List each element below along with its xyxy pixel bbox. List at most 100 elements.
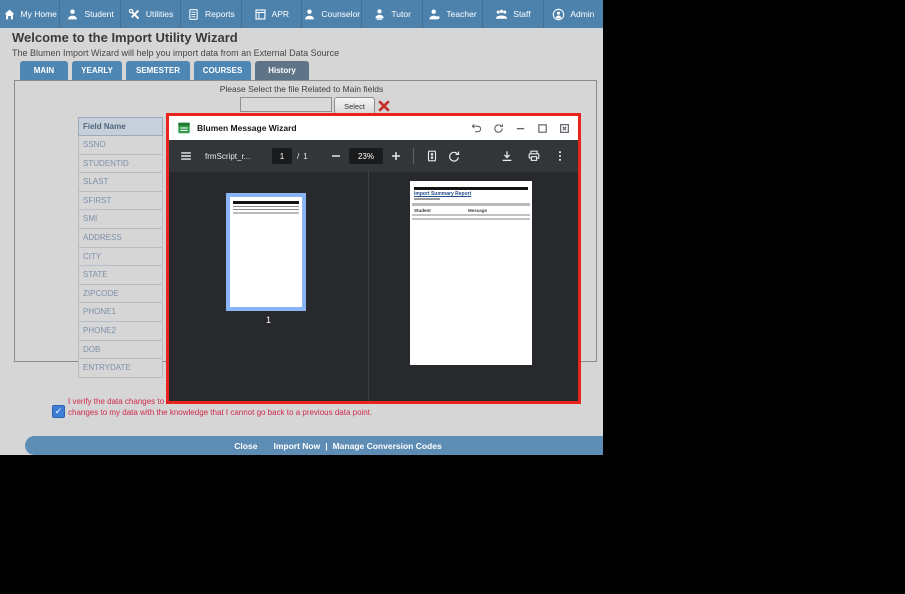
tab-history[interactable]: History [255, 61, 309, 80]
thumb-content-line [233, 206, 299, 207]
tutor-icon [375, 8, 384, 20]
page-number-input[interactable]: 1 [272, 148, 292, 164]
nav-label: Counselor [321, 9, 361, 19]
nav-label: Reports [205, 9, 235, 19]
dialog-title-bar[interactable]: Blumen Message Wizard [169, 116, 578, 140]
table-row[interactable]: STUDENTID [78, 154, 163, 174]
nav-item-apr[interactable]: APR [242, 0, 303, 28]
page-separator: / [297, 151, 300, 161]
home-icon [4, 9, 14, 19]
field-name-table: Field Name SSNO STUDENTID SLAST SFIRST S… [78, 117, 163, 378]
nav-item-reports[interactable]: Reports [181, 0, 242, 28]
table-row[interactable]: CITY [78, 247, 163, 267]
tab-semester[interactable]: SEMESTER [126, 61, 190, 80]
zoom-out-icon[interactable] [329, 149, 343, 163]
table-row[interactable]: DOB [78, 340, 163, 360]
verify-checkbox[interactable]: ✓ [52, 405, 65, 418]
import-now-button[interactable]: Import Now [273, 441, 320, 451]
menu-icon[interactable] [179, 149, 193, 163]
page-title: Welcome to the Import Utility Wizard [12, 30, 238, 45]
page-count: / 1 [297, 140, 308, 172]
thumbnail-pane: 1 [169, 172, 369, 401]
report-column-left: Student [414, 208, 431, 213]
file-path-input[interactable] [240, 97, 332, 112]
verify-text-line2: changes to my data with the knowledge th… [68, 408, 373, 417]
tab-main[interactable]: MAIN [20, 61, 68, 80]
verify-text-line1: I verify the data changes to [68, 397, 165, 406]
staff-icon [496, 9, 508, 19]
thumb-content-bar [233, 201, 299, 204]
print-icon[interactable] [527, 149, 541, 163]
table-row[interactable]: ADDRESS [78, 228, 163, 248]
zoom-in-wrap [389, 140, 403, 172]
pdf-toolbar: frmScript_r... 1 / 1 23% [169, 140, 578, 172]
nav-item-utilities[interactable]: Utilities [121, 0, 182, 28]
manage-conversion-codes-button[interactable]: Manage Conversion Codes [333, 441, 442, 451]
nav-label: Utilities [145, 9, 174, 19]
table-row[interactable]: ENTRYDATE [78, 359, 163, 378]
pdf-filename: frmScript_r... [205, 151, 251, 161]
apr-icon [255, 8, 266, 20]
clear-file-icon[interactable] [377, 99, 391, 113]
nav-item-my-home[interactable]: My Home [0, 0, 61, 28]
table-row[interactable]: SMI [78, 210, 163, 229]
report-header-bar [414, 187, 528, 190]
footer-action-bar: Close Import Now | Manage Conversion Cod… [25, 436, 603, 455]
teacher-icon [429, 9, 440, 19]
table-row[interactable]: PHONE2 [78, 321, 163, 341]
zoom-out-wrap [329, 140, 343, 172]
table-row[interactable]: STATE [78, 266, 163, 285]
table-row[interactable]: SSNO [78, 136, 163, 155]
nav-item-teacher[interactable]: Teacher [423, 0, 484, 28]
screen-background: My Home Student Utilities Reports APR Co… [0, 0, 905, 594]
field-table-header: Field Name [78, 117, 163, 136]
table-row[interactable]: PHONE1 [78, 303, 163, 322]
wizard-tabs: MAIN YEARLY SEMESTER COURSES History [20, 61, 309, 80]
thumbnail-page-number: 1 [265, 315, 271, 325]
form-icon [178, 122, 190, 134]
table-row[interactable]: ZIPCODE [78, 284, 163, 304]
more-vert-icon[interactable] [553, 149, 567, 163]
report-column-right: Message [468, 208, 488, 213]
print-wrap [527, 140, 541, 172]
fit-page-icon[interactable] [425, 149, 439, 163]
dialog-title: Blumen Message Wizard [197, 123, 297, 133]
utilities-icon [128, 8, 140, 19]
student-icon [68, 9, 78, 19]
table-row[interactable]: SLAST [78, 173, 163, 192]
report-subtext-bar [414, 198, 440, 200]
app-window: My Home Student Utilities Reports APR Co… [0, 0, 603, 455]
nav-label: Tutor [391, 9, 411, 19]
tab-courses[interactable]: COURSES [194, 61, 251, 80]
page-subtitle: The Blumen Import Wizard will help you i… [12, 48, 340, 58]
nav-label: Admin [570, 9, 595, 19]
download-icon[interactable] [500, 149, 514, 163]
close-icon[interactable] [559, 123, 570, 134]
nav-item-admin[interactable]: Admin [544, 0, 603, 28]
close-button[interactable]: Close [234, 441, 257, 451]
nav-item-student[interactable]: Student [60, 0, 121, 28]
refresh-icon[interactable] [493, 123, 504, 134]
toolbar-divider [413, 148, 414, 164]
report-title: Import Summary Report [414, 191, 472, 197]
tab-yearly[interactable]: YEARLY [72, 61, 122, 80]
minimize-icon[interactable] [515, 123, 526, 134]
zoom-in-icon[interactable] [389, 149, 403, 163]
nav-item-tutor[interactable]: Tutor [362, 0, 423, 28]
nav-label: Teacher [446, 9, 477, 19]
admin-icon [553, 8, 565, 20]
maximize-icon[interactable] [537, 123, 548, 134]
nav-item-staff[interactable]: Staff [483, 0, 544, 28]
page-thumbnail[interactable] [226, 193, 306, 311]
table-row[interactable]: SFIRST [78, 191, 163, 211]
rotate-icon[interactable] [447, 149, 461, 163]
menu-icon-wrap [179, 140, 193, 172]
undock-icon[interactable] [471, 123, 482, 134]
nav-label: APR [271, 9, 290, 19]
rotate-wrap [447, 140, 461, 172]
counselor-icon [305, 9, 315, 19]
dialog-window-controls [471, 116, 570, 140]
nav-item-counselor[interactable]: Counselor [302, 0, 363, 28]
nav-label: Staff [513, 9, 531, 19]
report-divider-band [412, 217, 530, 220]
